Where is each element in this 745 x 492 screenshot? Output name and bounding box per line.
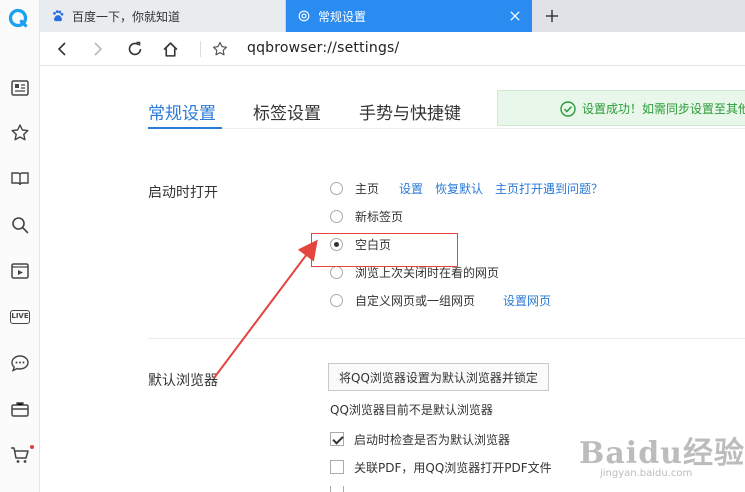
option-label: 新标签页 xyxy=(355,209,404,224)
forward-arrow-icon[interactable] xyxy=(86,37,110,61)
option-label: 主页 xyxy=(355,181,380,196)
success-toast: 设置成功！如需同步设置至其他 xyxy=(497,90,745,126)
qq-browser-logo-icon[interactable] xyxy=(8,8,32,32)
toolbox-icon[interactable] xyxy=(8,397,32,421)
address-input[interactable]: qqbrowser://settings/ xyxy=(247,40,399,56)
checkbox-label: 关联PDF，用QQ浏览器打开PDF文件 xyxy=(354,460,552,475)
watermark-url: jingyan.baidu.com xyxy=(600,468,693,479)
baidu-paw-icon xyxy=(50,8,66,24)
baidu-jingyan-watermark: Baidu经验 xyxy=(579,436,745,471)
favorites-star-icon[interactable] xyxy=(8,121,32,145)
shopping-cart-icon[interactable] xyxy=(8,443,34,467)
toast-message: 设置成功！如需同步设置至其他 xyxy=(582,101,745,116)
default-browser-label: 默认浏览器 xyxy=(148,373,218,389)
reading-book-icon[interactable] xyxy=(8,167,32,191)
chat-bubble-icon[interactable] xyxy=(8,351,32,375)
associate-pdf-checkbox[interactable] xyxy=(330,460,344,474)
header-divider xyxy=(148,128,745,129)
home-icon[interactable] xyxy=(158,37,182,61)
tab-label: 百度一下，你就知道 xyxy=(72,9,181,24)
radio-custom[interactable] xyxy=(330,293,343,307)
check-on-startup-row[interactable]: 启动时检查是否为默认浏览器 xyxy=(330,430,510,448)
toolbar-divider xyxy=(200,41,201,57)
restore-default-link[interactable]: 恢复默认 xyxy=(435,180,483,197)
video-icon[interactable] xyxy=(8,259,32,283)
live-icon[interactable]: LIVE xyxy=(8,305,32,329)
section-divider xyxy=(148,338,745,339)
startup-section-label: 启动时打开 xyxy=(148,185,218,201)
radio-newtab[interactable] xyxy=(330,209,343,223)
left-sidebar: LIVE xyxy=(0,0,40,492)
startup-option-home[interactable]: 主页 设置 恢复默认 主页打开遇到问题？ xyxy=(330,179,603,197)
settings-gear-icon xyxy=(296,8,312,24)
settings-tab-tabs[interactable]: 标签设置 xyxy=(253,99,321,124)
radio-last-session[interactable] xyxy=(330,265,343,279)
news-icon[interactable] xyxy=(8,76,32,100)
annotation-highlight-box xyxy=(311,233,458,267)
new-tab-plus-icon[interactable] xyxy=(540,4,564,28)
settings-tab-gestures[interactable]: 手势与快捷键 xyxy=(359,99,461,124)
next-checkbox-row-cut xyxy=(330,486,354,492)
check-on-startup-checkbox[interactable] xyxy=(330,432,344,446)
notification-dot xyxy=(30,445,34,449)
tab-strip: 百度一下，你就知道 常规设置 xyxy=(40,0,745,32)
startup-option-custom[interactable]: 自定义网页或一组网页 设置网页 xyxy=(330,291,551,309)
tab-settings[interactable]: 常规设置 xyxy=(286,0,532,32)
navigation-bar: qqbrowser://settings/ xyxy=(40,32,745,66)
home-problem-link[interactable]: 主页打开遇到问题？ xyxy=(495,180,603,197)
partial-checkbox xyxy=(330,486,344,492)
search-icon[interactable] xyxy=(8,213,32,237)
set-pages-link[interactable]: 设置网页 xyxy=(503,292,551,309)
home-settings-link[interactable]: 设置 xyxy=(399,180,423,197)
radio-home[interactable] xyxy=(330,181,343,195)
back-arrow-icon[interactable] xyxy=(50,37,74,61)
bookmark-star-icon[interactable] xyxy=(208,37,232,61)
checkbox-label: 启动时检查是否为默认浏览器 xyxy=(354,432,511,447)
startup-option-newtab[interactable]: 新标签页 xyxy=(330,207,403,225)
associate-pdf-row[interactable]: 关联PDF，用QQ浏览器打开PDF文件 xyxy=(330,458,552,476)
success-check-icon xyxy=(560,101,576,117)
default-browser-status: QQ浏览器目前不是默认浏览器 xyxy=(330,403,493,417)
refresh-icon[interactable] xyxy=(123,37,147,61)
tab-label: 常规设置 xyxy=(318,9,367,24)
option-label: 自定义网页或一组网页 xyxy=(355,293,476,308)
settings-tab-general[interactable]: 常规设置 xyxy=(148,99,216,124)
tab-baidu[interactable]: 百度一下，你就知道 xyxy=(40,0,286,32)
active-tab-underline xyxy=(148,127,222,129)
set-default-browser-button[interactable]: 将QQ浏览器设置为默认浏览器并锁定 xyxy=(328,363,549,391)
close-tab-icon[interactable] xyxy=(508,9,522,23)
